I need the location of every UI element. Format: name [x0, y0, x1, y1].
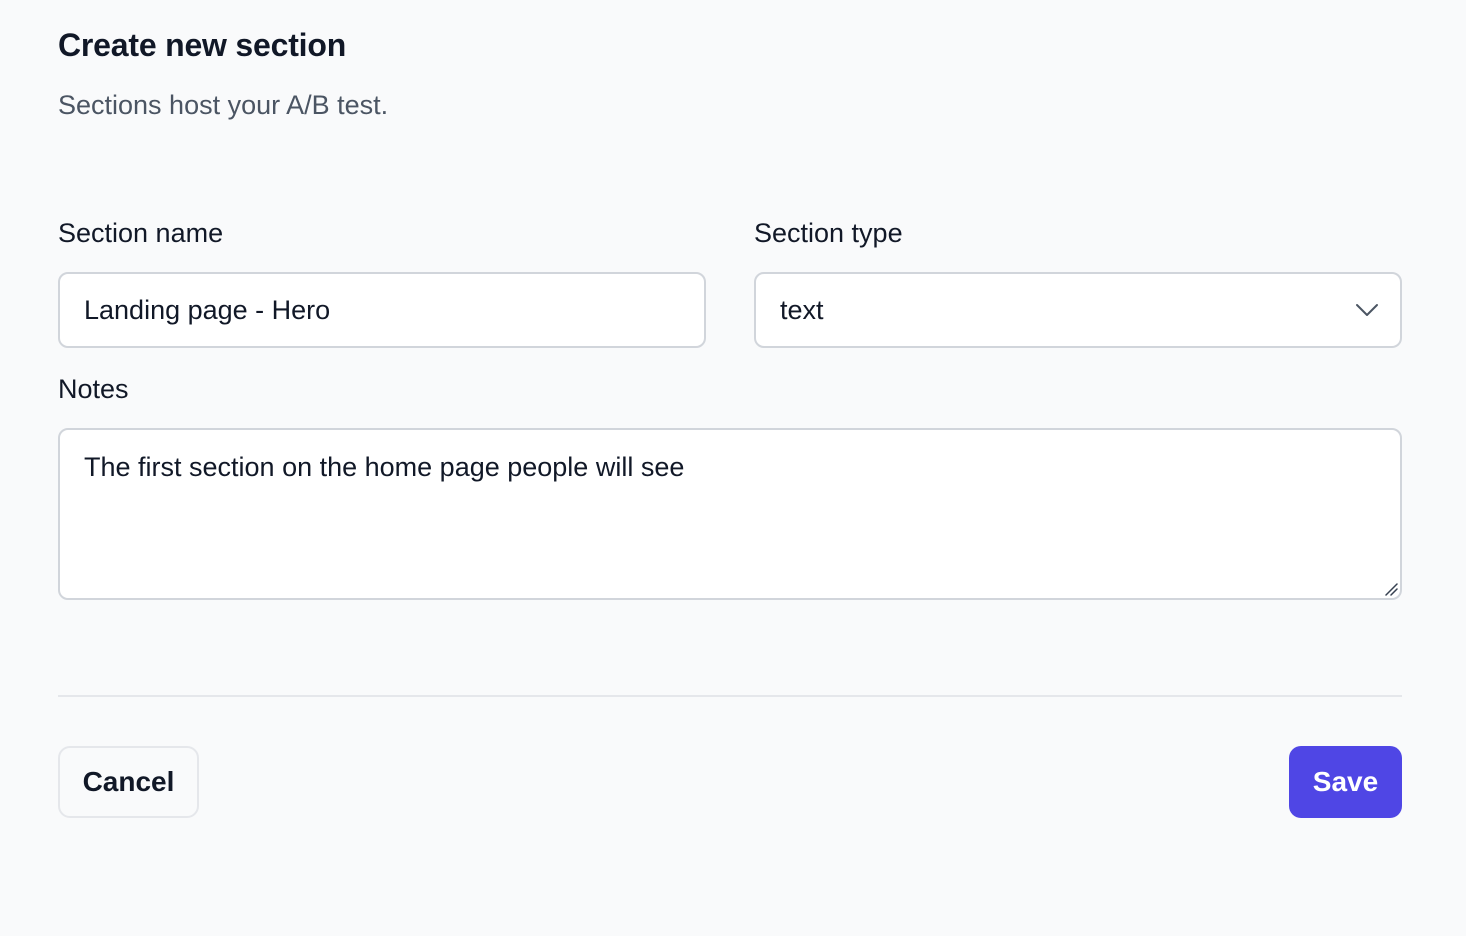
section-type-select[interactable]: text — [754, 272, 1402, 348]
page-subtitle: Sections host your A/B test. — [58, 90, 389, 120]
section-type-label: Section type — [754, 218, 903, 248]
notes-label: Notes — [58, 374, 129, 404]
divider — [58, 695, 1402, 697]
section-type-value: text — [780, 294, 824, 325]
section-name-input[interactable] — [58, 272, 706, 348]
create-section-form: Create new section Sections host your A/… — [58, 0, 1402, 936]
notes-textarea[interactable]: The first section on the home page peopl… — [58, 428, 1402, 600]
cancel-button[interactable]: Cancel — [58, 746, 199, 818]
save-button[interactable]: Save — [1289, 746, 1402, 818]
chevron-down-icon — [1354, 297, 1380, 323]
page-title: Create new section — [58, 27, 347, 63]
resize-handle-icon[interactable] — [1382, 580, 1398, 596]
section-name-label: Section name — [58, 218, 224, 248]
